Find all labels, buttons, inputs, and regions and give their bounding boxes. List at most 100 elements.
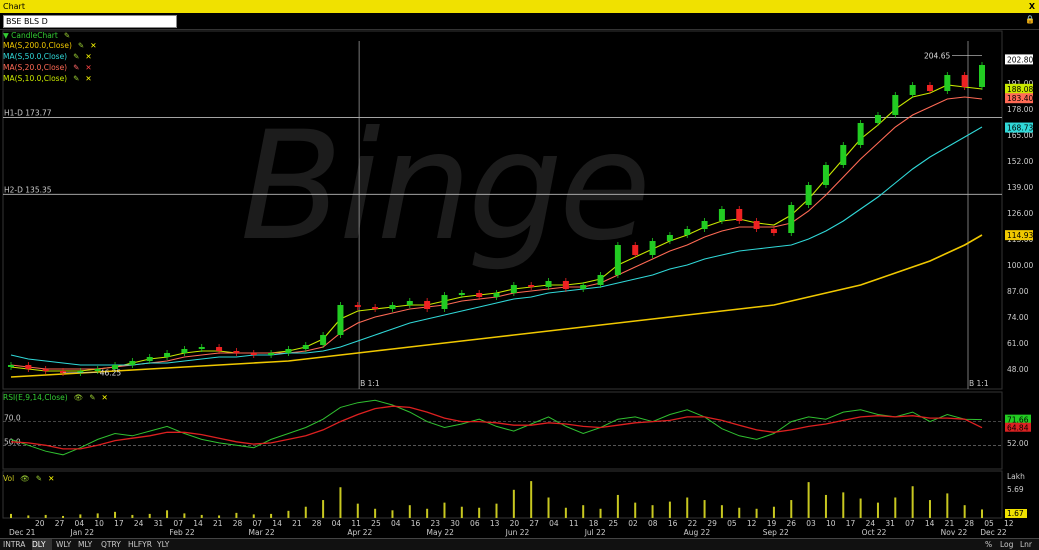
horizontal-line-label: H1-D 173.77 — [4, 108, 52, 117]
volume-bar — [668, 501, 671, 518]
x-tick-label: 08 — [648, 519, 658, 528]
eye-icon: 👁 — [20, 474, 30, 483]
last-value-label: 114.93 — [1007, 231, 1033, 240]
edit-icon: ✎ — [77, 41, 85, 50]
candle-body — [458, 293, 465, 295]
log-scale-button[interactable]: Log — [1000, 539, 1013, 550]
volume-bar — [460, 506, 463, 518]
volume-bar — [894, 497, 897, 518]
candle-body — [736, 209, 743, 221]
indicator-vol[interactable]: Vol 👁 ✎ ✕ — [3, 474, 54, 483]
volume-bar — [426, 508, 429, 518]
volume-bar — [738, 507, 741, 518]
x-tick-label: 11 — [569, 519, 579, 528]
x-tick-label: 21 — [213, 519, 223, 528]
month-label: Nov 22 — [941, 528, 968, 537]
volume-bar — [616, 494, 619, 518]
price-tick-label: 87.00 — [1007, 287, 1029, 296]
tab-wly[interactable]: WLY — [56, 539, 76, 550]
indicator-ma10[interactable]: MA(S,10.0,Close) ✎ ✕ — [3, 74, 92, 83]
x-tick-label: 21 — [945, 519, 955, 528]
volume-bar — [599, 508, 602, 518]
x-tick-label: 07 — [173, 519, 183, 528]
x-tick-label: 04 — [332, 519, 342, 528]
indicator-ma10-label: MA(S,10.0,Close) — [3, 74, 68, 83]
price-tick-label: 139.00 — [1007, 183, 1033, 192]
x-tick-label: 30 — [450, 519, 460, 528]
vertical-marker-label: B 1:1 — [969, 379, 989, 388]
main-panel-border — [2, 30, 1003, 390]
edit-icon: ✎ — [63, 31, 71, 40]
volume-bar — [252, 514, 255, 518]
price-tick-label: 74.00 — [1007, 313, 1029, 322]
rsi-value-label: 64.84 — [1007, 424, 1029, 433]
tab-intra[interactable]: INTRA — [3, 539, 31, 550]
linear-scale-button[interactable]: Lnr — [1020, 539, 1032, 550]
x-tick-label: 12 — [1004, 519, 1014, 528]
candle-body — [562, 281, 569, 289]
candle-body — [406, 301, 413, 305]
candle-body — [892, 95, 899, 115]
window-title: Chart — [3, 2, 25, 11]
volume-bar — [408, 505, 411, 518]
volume-bar — [27, 515, 30, 518]
lock-icon[interactable]: 🔒 — [1025, 15, 1035, 24]
x-tick-label: 04 — [75, 519, 85, 528]
volume-bar — [322, 500, 325, 518]
candle-body — [198, 347, 205, 349]
candle-body — [840, 145, 847, 165]
candle-body — [181, 349, 188, 353]
candle-body — [805, 185, 812, 205]
candle-body — [424, 301, 431, 309]
rsi-average-line — [10, 405, 983, 450]
volume-unit-label: Lakh — [1007, 472, 1025, 481]
volume-bar — [114, 511, 117, 518]
bottom-toolbar: INTRA DLY WLY MLY QTRY HLFYR YLY % Log L… — [0, 538, 1039, 550]
percent-scale-button[interactable]: % — [985, 539, 992, 550]
vertical-marker-label: B 1:1 — [360, 379, 380, 388]
tab-yly[interactable]: YLY — [157, 539, 175, 550]
candle-body — [164, 353, 171, 357]
volume-bar — [304, 506, 307, 518]
indicator-ma50-label: MA(S,50.0,Close) — [3, 52, 68, 61]
window-titlebar: Chart X — [0, 0, 1039, 13]
x-tick-label: 19 — [767, 519, 777, 528]
volume-bar — [530, 481, 533, 518]
chart-area: 202.80191.00178.00165.00152.00139.00126.… — [2, 30, 1033, 537]
close-icon[interactable]: X — [1029, 0, 1035, 13]
indicator-rsi[interactable]: RSI(E,9,14,Close) 👁 ✎ ✕ — [3, 393, 108, 402]
indicator-ma20[interactable]: MA(S,20.0,Close) ✎ ✕ — [3, 63, 92, 72]
tab-hlfyr[interactable]: HLFYR — [128, 539, 156, 550]
volume-bar — [183, 513, 186, 518]
indicator-ma50[interactable]: MA(S,50.0,Close) ✎ ✕ — [3, 52, 92, 61]
candle-body — [493, 293, 500, 297]
x-tick-label: 22 — [688, 519, 698, 528]
volume-bar — [876, 502, 879, 518]
symbol-input[interactable]: BSE BLS D — [3, 15, 177, 28]
volume-bar — [374, 508, 377, 518]
volume-tick-label: 5.69 — [1007, 485, 1024, 494]
candle-body — [250, 353, 257, 355]
candle-body — [302, 345, 309, 349]
close-icon: ✕ — [48, 474, 55, 483]
tab-qtry[interactable]: QTRY — [101, 539, 125, 550]
volume-bar — [720, 505, 723, 518]
month-label: Mar 22 — [249, 528, 275, 537]
volume-bar — [512, 489, 515, 518]
x-tick-label: 27 — [55, 519, 65, 528]
indicator-candle-label: CandleChart — [11, 31, 58, 40]
volume-bar — [634, 502, 637, 518]
indicator-ma200[interactable]: MA(S,200.0,Close) ✎ ✕ — [3, 41, 96, 50]
price-tick-label: 48.00 — [1007, 365, 1029, 374]
volume-bar — [963, 505, 966, 518]
edit-icon: ✎ — [73, 74, 80, 83]
month-label: Jun 22 — [505, 528, 530, 537]
candle-body — [909, 85, 916, 95]
indicator-candle[interactable]: ▼ CandleChart ✎ — [3, 31, 70, 40]
volume-bar — [62, 515, 65, 518]
tab-mly[interactable]: MLY — [78, 539, 98, 550]
tab-dly[interactable]: DLY — [32, 539, 52, 550]
x-tick-label: 16 — [668, 519, 678, 528]
candle-body — [129, 361, 136, 365]
candle-body — [285, 349, 292, 353]
